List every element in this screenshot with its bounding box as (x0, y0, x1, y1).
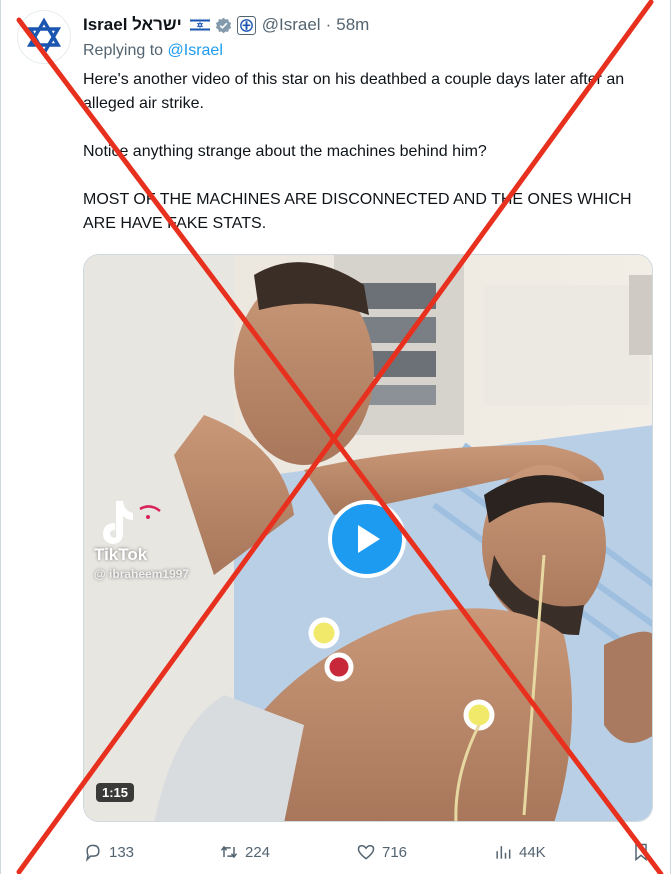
video-player[interactable]: TikTok @ ibraheem1997 1:15 (83, 254, 653, 822)
views-button[interactable]: 44K (493, 838, 546, 866)
star-of-david-icon (18, 11, 70, 63)
like-button[interactable]: 716 (356, 838, 407, 866)
tweet-paragraph: Here's another video of this star on his… (83, 71, 625, 112)
avatar[interactable] (17, 10, 71, 64)
reply-count: 133 (109, 843, 135, 861)
reply-button[interactable]: 133 (83, 838, 134, 866)
repost-count: 224 (245, 843, 271, 861)
israel-flag-icon (189, 18, 210, 32)
tweet-header: Israel ישראל @Israel · 58m (83, 13, 369, 37)
tweet-paragraph: Notice anything strange about the machin… (83, 143, 487, 160)
play-button[interactable] (328, 500, 406, 578)
timestamp[interactable]: 58m (336, 15, 369, 35)
repost-button[interactable]: 224 (219, 838, 270, 866)
reply-icon (85, 844, 100, 862)
play-icon (358, 525, 380, 553)
repost-icon (220, 845, 238, 859)
government-emblem-icon[interactable] (236, 15, 256, 35)
replying-to: Replying to @Israel (83, 42, 223, 60)
separator-dot: · (325, 15, 332, 34)
like-count: 716 (382, 843, 408, 861)
replying-handle-link[interactable]: @Israel (168, 42, 223, 59)
views-count: 44K (519, 843, 546, 861)
user-handle[interactable]: @Israel (262, 15, 321, 35)
bookmark-button[interactable] (631, 838, 657, 866)
views-chart-icon (496, 846, 511, 859)
verified-badge-icon (215, 17, 231, 33)
display-name[interactable]: Israel ישראל (83, 15, 182, 35)
bookmark-icon (635, 843, 647, 862)
tweet-text: Here's another video of this star on his… (83, 68, 643, 236)
tiktok-watermark-user: @ ibraheem1997 (94, 567, 190, 581)
tiktok-watermark-name: TikTok (94, 545, 148, 564)
tweet-paragraph: MOST OF THE MACHINES ARE DISCONNECTED AN… (83, 191, 632, 232)
tweet-actions: 133 224 716 44K (83, 838, 663, 866)
replying-prefix: Replying to (83, 42, 164, 59)
video-duration: 1:15 (96, 783, 135, 802)
heart-icon (357, 844, 375, 860)
tweet-card: Israel ישראל @Israel · 58m Replying to @… (0, 0, 671, 874)
